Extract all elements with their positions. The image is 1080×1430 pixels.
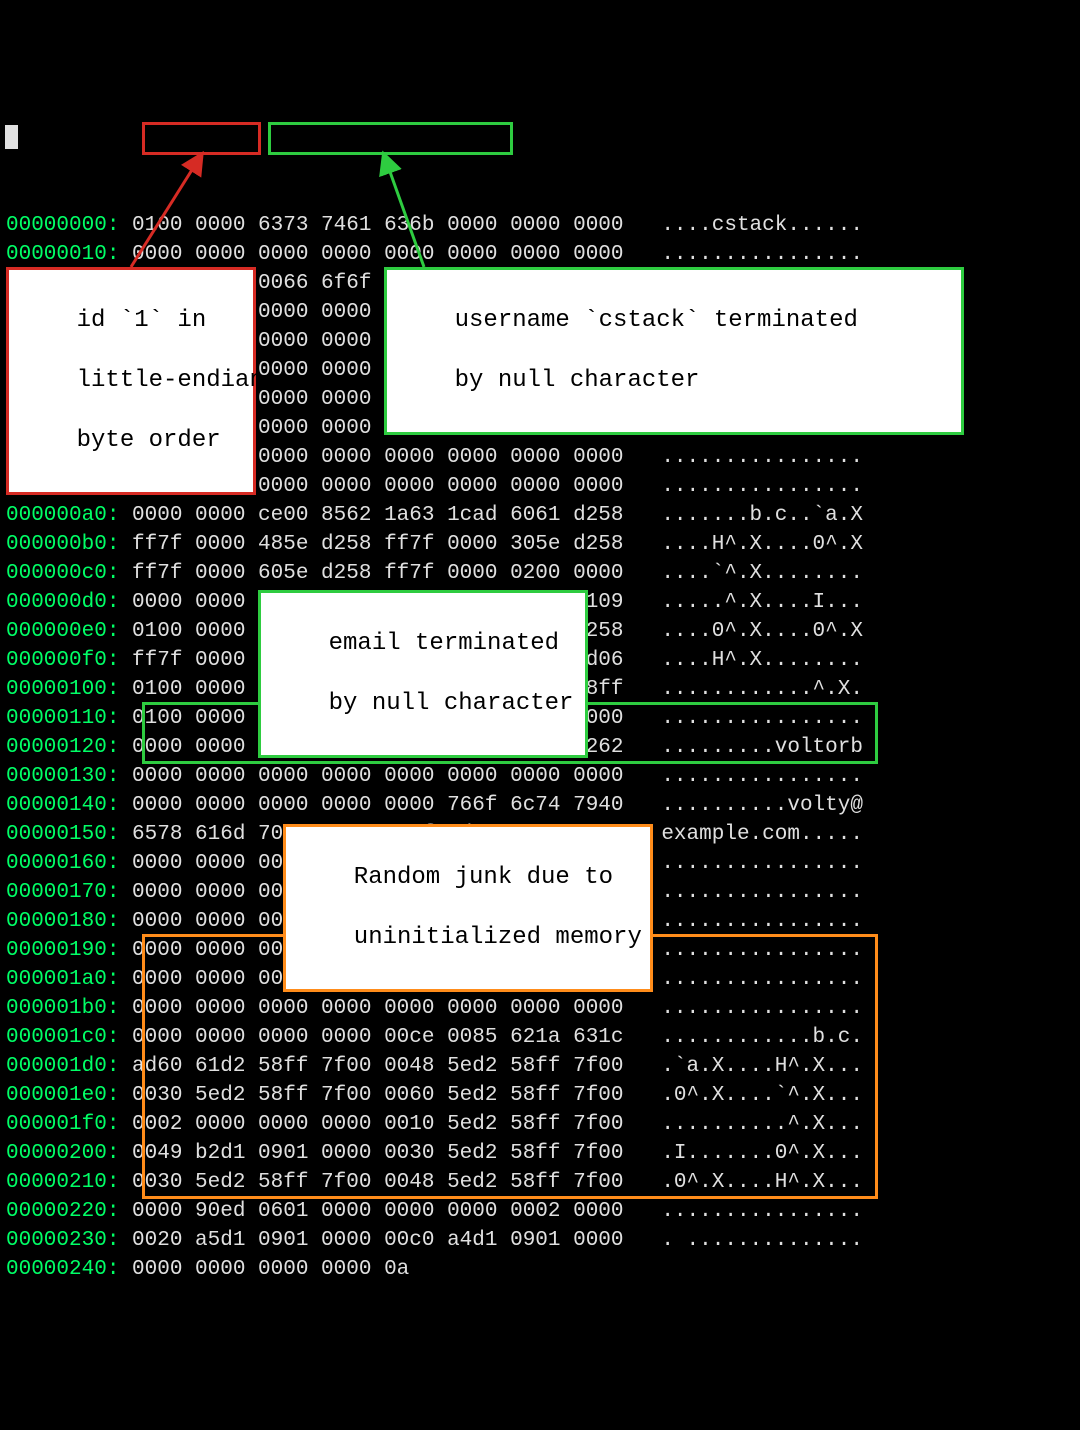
hexdump-row: 000000a0: 0000 0000 ce00 8562 1a63 1cad … <box>6 501 1080 530</box>
annotation-id: id `1` in little-endian byte order <box>6 267 256 495</box>
annotation-id-line3: byte order <box>77 427 221 454</box>
hexdump-row: 00000140: 0000 0000 0000 0000 0000 766f … <box>6 791 1080 820</box>
hexdump-row: 00000240: 0000 0000 0000 0000 0a <box>6 1255 1080 1284</box>
hexdump-row: 00000220: 0000 90ed 0601 0000 0000 0000 … <box>6 1197 1080 1226</box>
hexdump-annotated-view: 00000000: 0100 0000 6373 7461 636b 0000 … <box>0 116 1080 1285</box>
hexdump-row: 00000000: 0100 0000 6373 7461 636b 0000 … <box>6 211 1080 240</box>
hexdump-row: 000000c0: ff7f 0000 605e d258 ff7f 0000 … <box>6 559 1080 588</box>
hexdump-row: 00000130: 0000 0000 0000 0000 0000 0000 … <box>6 762 1080 791</box>
annotation-email-line1: email terminated <box>329 630 559 657</box>
annotation-email-line2: by null character <box>329 690 574 717</box>
hexdump-row: 00000230: 0020 a5d1 0901 0000 00c0 a4d1 … <box>6 1226 1080 1255</box>
annotation-username: username `cstack` terminated by null cha… <box>384 267 964 435</box>
annotation-username-line2: by null character <box>455 367 700 394</box>
hexdump-row: 00000010: 0000 0000 0000 0000 0000 0000 … <box>6 240 1080 269</box>
hexdump-row: 000000b0: ff7f 0000 485e d258 ff7f 0000 … <box>6 530 1080 559</box>
annotation-username-line1: username `cstack` terminated <box>455 307 858 334</box>
highlight-id-bytes <box>142 122 261 155</box>
annotation-id-line1: id `1` in <box>77 307 207 334</box>
annotation-junk-line2: uninitialized memory <box>354 924 642 951</box>
annotation-email: email terminated by null character <box>258 590 588 758</box>
annotation-junk-line1: Random junk due to <box>354 864 613 891</box>
highlight-username-bytes <box>268 122 513 155</box>
text-cursor <box>5 125 18 149</box>
annotation-id-line2: little-endian <box>77 367 264 394</box>
annotation-junk: Random junk due to uninitialized memory <box>283 824 653 992</box>
